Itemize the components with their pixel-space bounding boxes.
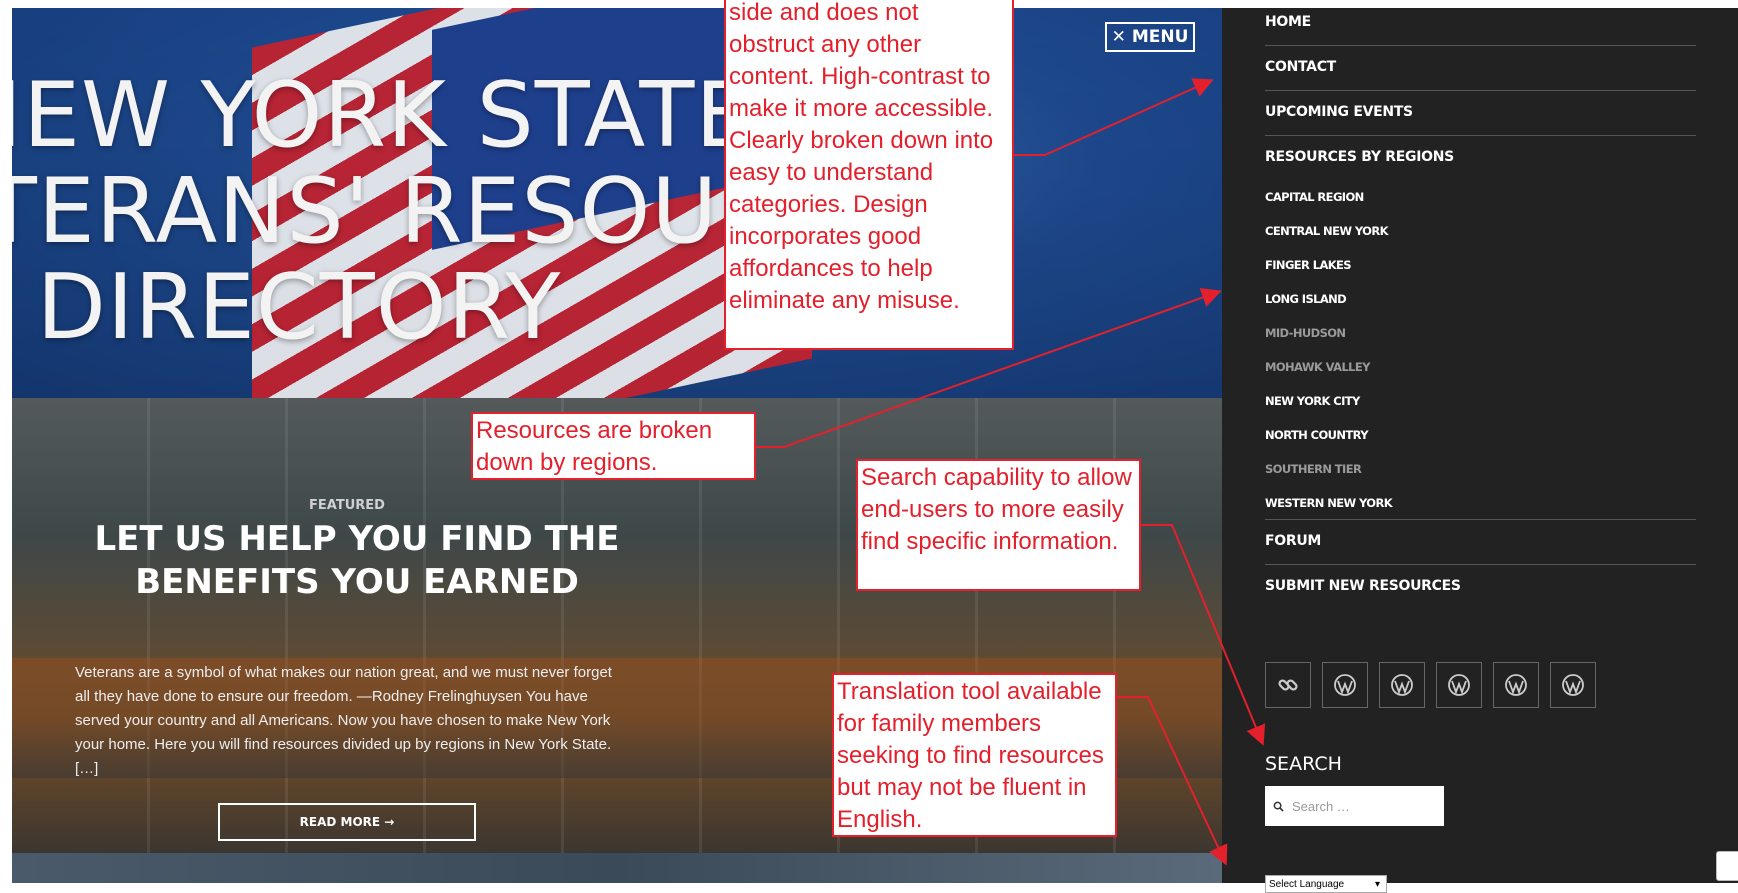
nav-upcoming-events[interactable]: UPCOMING EVENTS	[1265, 104, 1413, 120]
nav-region-new-york-city[interactable]: NEW YORK CITY	[1265, 394, 1360, 408]
wordpress-icon[interactable]	[1550, 662, 1596, 708]
site-title-line-3: DIRECTORY	[36, 255, 562, 360]
wordpress-icon[interactable]	[1493, 662, 1539, 708]
menu-close-button[interactable]: ✕ MENU	[1105, 22, 1195, 52]
site-title-line-2: ETERANS' RESOURC	[12, 159, 842, 264]
divider	[1265, 135, 1696, 136]
nav-home[interactable]: HOME	[1265, 14, 1311, 30]
site-title[interactable]: NEW YORK STATE ETERANS' RESOURC DIRECTOR…	[12, 63, 842, 360]
nav-region-long-island[interactable]: LONG ISLAND	[1265, 292, 1347, 306]
link-icon[interactable]	[1265, 662, 1311, 708]
nav-region-central-new-york[interactable]: CENTRAL NEW YORK	[1265, 224, 1388, 238]
menu-label: MENU	[1131, 27, 1189, 47]
site-title-line-1: NEW YORK STATE	[12, 63, 754, 168]
next-post-image	[12, 853, 1222, 883]
search-input[interactable]: Search …	[1265, 786, 1444, 826]
hero-banner: NEW YORK STATE ETERANS' RESOURC DIRECTOR…	[12, 8, 1222, 478]
nav-contact[interactable]: CONTACT	[1265, 59, 1336, 75]
featured-title[interactable]: LET US HELP YOU FIND THE BENEFITS YOU EA…	[72, 518, 642, 604]
annotation-search: Search capability to allow end-users to …	[856, 459, 1141, 591]
search-placeholder: Search …	[1292, 798, 1350, 814]
divider	[1265, 564, 1696, 565]
wordpress-icon[interactable]	[1436, 662, 1482, 708]
nav-region-finger-lakes[interactable]: FINGER LAKES	[1265, 258, 1352, 272]
featured-excerpt: Veterans are a symbol of what makes our …	[75, 664, 612, 777]
overflow-tab[interactable]	[1716, 851, 1738, 881]
annotation-menu: side and does not obstruct any other con…	[724, 0, 1014, 350]
wordpress-icon[interactable]	[1379, 662, 1425, 708]
annotation-translation: Translation tool available for family me…	[832, 673, 1117, 837]
divider	[1265, 45, 1696, 46]
search-icon	[1273, 801, 1284, 812]
annotation-regions: Resources are broken down by regions.	[471, 412, 756, 480]
close-icon: ✕	[1111, 27, 1126, 47]
nav-region-north-country[interactable]: NORTH COUNTRY	[1265, 428, 1369, 442]
language-select[interactable]: Select Language ▾	[1265, 875, 1387, 893]
chevron-down-icon: ▾	[1374, 878, 1380, 890]
nav-submit-new-resources[interactable]: SUBMIT NEW RESOURCES	[1265, 578, 1461, 594]
nav-region-western-new-york[interactable]: WESTERN NEW YORK	[1265, 496, 1393, 510]
featured-label: FEATURED	[309, 498, 385, 513]
wordpress-icon[interactable]	[1322, 662, 1368, 708]
nav-forum[interactable]: FORUM	[1265, 533, 1321, 549]
search-heading: SEARCH	[1265, 753, 1342, 775]
nav-region-southern-tier[interactable]: SOUTHERN TIER	[1265, 462, 1362, 476]
social-links	[1265, 662, 1596, 708]
nav-region-capital[interactable]: CAPITAL REGION	[1265, 190, 1364, 204]
language-select-value: Select Language	[1269, 878, 1345, 890]
read-more-button[interactable]: READ MORE →	[218, 803, 476, 841]
divider	[1265, 90, 1696, 91]
nav-resources-by-regions[interactable]: RESOURCES BY REGIONS	[1265, 149, 1454, 165]
menu-sidebar: HOME CONTACT UPCOMING EVENTS RESOURCES B…	[1222, 8, 1738, 893]
nav-region-mohawk-valley[interactable]: MOHAWK VALLEY	[1265, 360, 1370, 374]
nav-region-mid-hudson[interactable]: MID-HUDSON	[1265, 326, 1346, 340]
divider	[1265, 519, 1696, 520]
